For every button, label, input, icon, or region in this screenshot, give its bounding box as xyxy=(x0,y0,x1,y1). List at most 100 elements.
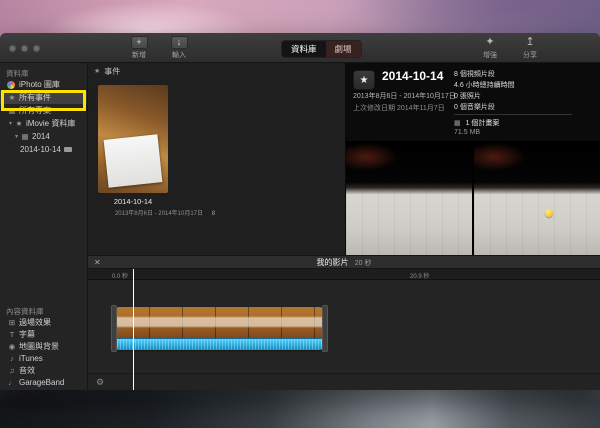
stat-total-duration: 4.6 小時總持續時間 xyxy=(454,80,515,91)
share-icon: ↥ xyxy=(512,36,548,49)
folder-icon: ▦ xyxy=(20,132,30,141)
library-star-icon: ★ xyxy=(14,119,24,128)
event-info-title: 2014-10-14 xyxy=(382,69,443,83)
sidebar-item-label: 2014-10-14 xyxy=(20,145,61,154)
import-button[interactable]: ↓ 輸入 xyxy=(160,36,198,60)
share-button[interactable]: ↥ 分享 xyxy=(512,36,548,60)
desktop-wallpaper-mountain xyxy=(0,386,600,428)
share-button-label: 分享 xyxy=(512,50,548,60)
sidebar-item-label: 2014 xyxy=(32,132,50,141)
ruler-start-label: 0.0 秒 xyxy=(112,271,128,280)
speaker-icon: ♫ xyxy=(7,366,17,375)
timeline-bottom-bar: ⚙ xyxy=(88,373,600,390)
event-info-panel: ★ 2014-10-14 2013年8月6日 - 2014年10月17日 上次修… xyxy=(346,63,600,255)
highlight-annotation xyxy=(1,90,86,111)
sidebar-item-garageband[interactable]: ♩ GarageBand xyxy=(0,376,87,388)
enhance-button-label: 增強 xyxy=(472,50,508,60)
music-note-icon: ♪ xyxy=(7,354,17,363)
disclosure-triangle-icon[interactable]: ▾ xyxy=(13,133,20,140)
stat-video-clips: 8 個視頻片段 xyxy=(454,69,515,80)
enhance-button[interactable]: ✦ 增強 xyxy=(472,36,508,60)
info-separator xyxy=(454,114,572,115)
view-switcher: 資料庫 劇場 xyxy=(281,40,362,58)
playhead[interactable] xyxy=(133,269,134,390)
enhance-icon: ✦ xyxy=(472,36,508,49)
timeline-title: 我的影片 xyxy=(317,258,349,267)
clip-thumbnails xyxy=(346,141,600,255)
sidebar-item-label: iTunes xyxy=(19,354,43,363)
tab-theater[interactable]: 劇場 xyxy=(326,41,361,57)
event-browser: ★ 事件 2014-10-14 2013年8月6日 - 2014年10月17日 … xyxy=(88,63,346,255)
timeline-settings-icon[interactable]: ⚙ xyxy=(96,377,104,388)
event-browser-header-label: 事件 xyxy=(104,66,120,77)
favorite-button[interactable]: ★ xyxy=(353,70,375,90)
close-button[interactable] xyxy=(9,45,16,52)
event-thumbnail-photo xyxy=(104,134,163,187)
import-button-label: 輸入 xyxy=(160,50,198,60)
sidebar-item-titles[interactable]: T 字幕 xyxy=(0,328,87,340)
sidebar-item-label: 字幕 xyxy=(19,329,35,340)
stat-photos: 0 張照片 xyxy=(454,91,515,102)
event-thumbnail-caption: 2013年8月6日 - 2014年10月17日 8 xyxy=(90,208,240,217)
sidebar-item-label: 地圖與背景 xyxy=(19,341,59,352)
project-icon: ▦ xyxy=(454,120,461,127)
sidebar-library-header: 資料庫 xyxy=(0,66,87,78)
timeline-ruler[interactable]: 0.0 秒 20.9 秒 xyxy=(88,269,600,280)
imovie-window: + 新增 ↓ 輸入 資料庫 劇場 ✦ 增強 ↥ 分享 資料庫 xyxy=(0,33,600,390)
desktop: + 新增 ↓ 輸入 資料庫 劇場 ✦ 增強 ↥ 分享 資料庫 xyxy=(0,0,600,428)
clip-audio-waveform xyxy=(117,338,322,350)
yellow-ball xyxy=(545,209,553,217)
titles-icon: T xyxy=(7,330,17,339)
event-browser-header: ★ 事件 xyxy=(88,63,345,79)
zoom-button[interactable] xyxy=(33,45,40,52)
clip-trim-handle-left[interactable] xyxy=(111,305,117,352)
sidebar-item-transitions[interactable]: ⊞ 過場效果 xyxy=(0,316,87,328)
sidebar-item-itunes[interactable]: ♪ iTunes xyxy=(0,352,87,364)
sidebar-item-sound-effects[interactable]: ♫ 音效 xyxy=(0,364,87,376)
sidebar-item-imovie-library[interactable]: ▾ ★ iMovie 資料庫 xyxy=(0,117,87,130)
event-info-size: 71.5 MB xyxy=(454,129,480,136)
garageband-icon: ♩ xyxy=(7,378,17,387)
sidebar-item-maps-backgrounds[interactable]: ◉ 地圖與背景 xyxy=(0,340,87,352)
event-date-range: 2013年8月6日 - 2014年10月17日 xyxy=(115,211,203,217)
minimize-button[interactable] xyxy=(21,45,28,52)
sidebar-item-label: 音效 xyxy=(19,365,35,376)
plus-icon: + xyxy=(131,36,148,49)
event-info-project-count: ▦ 1 個計畫案 xyxy=(454,118,499,128)
close-timeline-icon[interactable]: ✕ xyxy=(94,256,101,269)
tab-library[interactable]: 資料庫 xyxy=(282,41,326,57)
iphoto-flower-icon xyxy=(7,81,15,89)
event-info-date-range: 2013年8月6日 - 2014年10月17日 xyxy=(353,91,456,101)
clip-filmstrip xyxy=(117,307,322,338)
sidebar-item-label: GarageBand xyxy=(19,378,64,387)
timeline-header: ✕ 我的影片 20 秒 xyxy=(88,255,600,269)
camera-icon xyxy=(64,147,72,152)
event-thumbnail-title: 2014-10-14 xyxy=(68,197,198,206)
event-info-stats: 8 個視頻片段 4.6 小時總持續時間 0 張照片 0 個音樂片段 xyxy=(454,69,515,113)
toolbar: + 新增 ↓ 輸入 資料庫 劇場 ✦ 增強 ↥ 分享 xyxy=(0,33,600,63)
ruler-end-label: 20.9 秒 xyxy=(410,271,429,280)
sidebar-item-label: iPhoto 圖庫 xyxy=(19,79,60,90)
stat-audio-clips: 0 個音樂片段 xyxy=(454,102,515,113)
sidebar-item-2014[interactable]: ▾ ▦ 2014 xyxy=(0,130,87,143)
clip-trim-handle-right[interactable] xyxy=(322,305,328,352)
timeline-clip[interactable] xyxy=(117,307,322,350)
new-button[interactable]: + 新增 xyxy=(120,36,158,60)
video-thumbnail-2[interactable] xyxy=(474,141,600,255)
video-thumbnail-1[interactable] xyxy=(346,141,472,255)
new-button-label: 新增 xyxy=(120,50,158,60)
timeline-duration: 20 秒 xyxy=(355,260,372,267)
event-thumbnail[interactable] xyxy=(98,85,168,193)
globe-icon: ◉ xyxy=(7,342,17,351)
disclosure-triangle-icon[interactable]: ▾ xyxy=(7,120,14,127)
event-clip-count: 8 xyxy=(212,211,215,217)
transitions-icon: ⊞ xyxy=(7,318,17,327)
sidebar-item-label: iMovie 資料庫 xyxy=(26,118,75,129)
import-icon: ↓ xyxy=(171,36,188,49)
project-count-label: 1 個計畫案 xyxy=(466,120,500,127)
event-star-icon: ★ xyxy=(94,67,100,75)
sidebar: 資料庫 iPhoto 圖庫 ★ 所有事件 ▦ 所有專案 ▾ ★ iMovie 資… xyxy=(0,63,88,390)
event-info-modified: 上次修改日期 2014年11月7日 xyxy=(353,103,445,113)
sidebar-item-2014-10-14[interactable]: 2014-10-14 xyxy=(0,143,87,156)
sidebar-content-header: 內容資料庫 xyxy=(0,304,87,316)
